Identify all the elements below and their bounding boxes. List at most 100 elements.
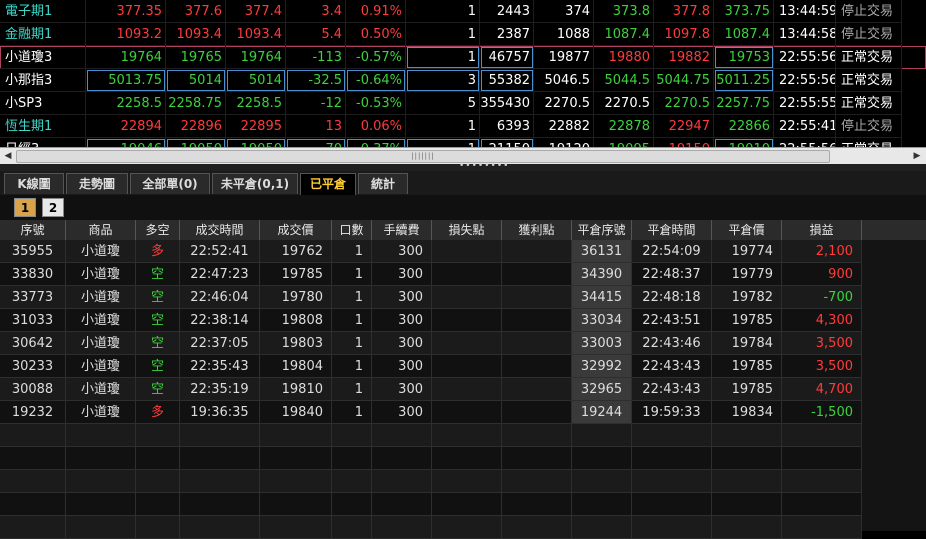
quote-row[interactable]: 小那指3 5013.75 5014 5014 -32.5 -0.64% 3 55382 5046…: [0, 69, 926, 92]
column-header-take[interactable]: 獲利點: [502, 220, 572, 240]
cell-time: [180, 493, 260, 516]
cell-fee: 300: [372, 355, 432, 378]
column-header-side[interactable]: 多空: [136, 220, 180, 240]
table-row[interactable]: [0, 493, 926, 516]
quote-chg: 3.4: [286, 0, 346, 23]
table-row[interactable]: 30233 小道瓊空 22:35:43 19804 1 300 32992 22:43:43 1…: [0, 355, 926, 378]
column-header-product[interactable]: 商品: [66, 220, 136, 240]
column-header-close_id[interactable]: 平倉序號: [572, 220, 632, 240]
cell-side: [136, 470, 180, 493]
cell-take: [502, 240, 572, 263]
cell-product: [66, 470, 136, 493]
column-header-price[interactable]: 成交價: [260, 220, 332, 240]
table-row[interactable]: 31033 小道瓊空 22:38:14 19808 1 300 33034 22:43:51 1…: [0, 309, 926, 332]
cell-close_time: [632, 493, 712, 516]
cell-time: 22:47:23: [180, 263, 260, 286]
quote-status: 正常交易: [836, 138, 902, 147]
cell-id: [0, 493, 66, 516]
quote-pct: 0.91%: [346, 0, 406, 23]
column-header-fee[interactable]: 手續費: [372, 220, 432, 240]
quote-open: 19095: [594, 138, 654, 147]
tab-closed-positions[interactable]: 已平倉: [300, 173, 356, 196]
cell-close_time: 22:43:43: [632, 355, 712, 378]
cell-close_price: 19774: [712, 240, 782, 263]
quote-ask: 1093.4: [166, 23, 226, 46]
cell-close_time: [632, 516, 712, 539]
cell-take: [502, 470, 572, 493]
cell-time: [180, 447, 260, 470]
column-header-time[interactable]: 成交時間: [180, 220, 260, 240]
quote-pct: -0.64%: [346, 69, 406, 92]
table-row[interactable]: 30088 小道瓊空 22:35:19 19810 1 300 32965 22:43:43 1…: [0, 378, 926, 401]
column-header-close_time[interactable]: 平倉時間: [632, 220, 712, 240]
table-row[interactable]: [0, 516, 926, 539]
cell-qty: 1: [332, 263, 372, 286]
table-row[interactable]: [0, 470, 926, 493]
table-row[interactable]: 30642 小道瓊空 22:37:05 19803 1 300 33003 22:43:46 1…: [0, 332, 926, 355]
quote-row[interactable]: 電子期1 377.35 377.6 377.4 3.4 0.91% 1 2443 374 373.…: [0, 0, 926, 23]
quote-row[interactable]: 日經3190461905019050-70-0.37%1211501912019…: [0, 138, 926, 147]
page-button-1[interactable]: 1: [14, 198, 36, 217]
column-header-pnl[interactable]: 損益: [782, 220, 862, 240]
tab-open-positions[interactable]: 未平倉(0,1): [212, 173, 298, 194]
cell-fee: 300: [372, 378, 432, 401]
cell-close_id: 32965: [572, 378, 632, 401]
quote-pct: -0.57%: [346, 46, 406, 69]
column-header-id[interactable]: 序號: [0, 220, 66, 240]
table-row[interactable]: [0, 447, 926, 470]
triangle-left-icon[interactable]: ◀: [1, 149, 15, 163]
cell-fee: 300: [372, 263, 432, 286]
quote-chg: -32.5: [286, 69, 346, 92]
cell-pnl: [782, 516, 862, 539]
panel-splitter[interactable]: ••••••••: [0, 161, 926, 171]
cell-stop: [432, 401, 502, 424]
table-row[interactable]: 35955 小道瓊多 22:52:41 19762 1 300 36131 22:54:09 1…: [0, 240, 926, 263]
tab-kline[interactable]: K線圖: [4, 173, 64, 194]
scroll-thumb[interactable]: |||||||: [16, 150, 830, 163]
cell-time: 22:46:04: [180, 286, 260, 309]
cell-qty: [332, 493, 372, 516]
page-button-2[interactable]: 2: [42, 198, 64, 217]
cell-close_price: 19785: [712, 378, 782, 401]
cell-qty: 1: [332, 378, 372, 401]
tab-statistics[interactable]: 統計: [358, 173, 408, 194]
cell-close_price: 19782: [712, 286, 782, 309]
cell-qty: 1: [332, 286, 372, 309]
cell-pnl: 4,700: [782, 378, 862, 401]
tab-trend[interactable]: 走勢圖: [66, 173, 128, 194]
quote-row[interactable]: 金融期1 1093.2 1093.4 1093.4 5.4 0.50% 1 2387 1088 1…: [0, 23, 926, 46]
column-header-qty[interactable]: 口數: [332, 220, 372, 240]
table-row[interactable]: 33773 小道瓊空 22:46:04 19780 1 300 34415 22:48:18 1…: [0, 286, 926, 309]
cell-take: [502, 424, 572, 447]
quote-row[interactable]: 小道瓊3 19764 19765 19764 -113 -0.57% 1 46757 19877…: [0, 46, 926, 69]
cell-close_id: 33034: [572, 309, 632, 332]
cell-pnl: -1,500: [782, 401, 862, 424]
cell-price: [260, 493, 332, 516]
cell-price: 19785: [260, 263, 332, 286]
quote-row[interactable]: 恆生期1 22894 22896 22895 13 0.06% 1 6393 22882 2287…: [0, 115, 926, 138]
table-row[interactable]: 19232 小道瓊多 19:36:35 19840 1 300 19244 19:59:33 1…: [0, 401, 926, 424]
column-header-stop[interactable]: 損失點: [432, 220, 502, 240]
cell-take: [502, 309, 572, 332]
quote-row[interactable]: 小SP3 2258.5 2258.75 2258.5 -12 -0.53% 5 355430 2…: [0, 92, 926, 115]
column-header-close_price[interactable]: 平倉價: [712, 220, 782, 240]
quote-bid: 377.35: [86, 0, 166, 23]
tab-all-orders[interactable]: 全部單(0): [130, 173, 210, 194]
quote-last: 5014: [226, 69, 286, 92]
quote-status: 正常交易: [836, 92, 902, 115]
quote-ask: 377.6: [166, 0, 226, 23]
cell-qty: [332, 424, 372, 447]
table-row[interactable]: [0, 424, 926, 447]
cell-close_time: 22:48:37: [632, 263, 712, 286]
quote-open: 1087.4: [594, 23, 654, 46]
cell-close_price: [712, 516, 782, 539]
triangle-right-icon[interactable]: ▶: [910, 149, 924, 163]
table-row[interactable]: 33830 小道瓊空 22:47:23 19785 1 300 34390 22:48:37 1…: [0, 263, 926, 286]
cell-id: 30233: [0, 355, 66, 378]
quote-chg: -113: [286, 46, 346, 69]
cell-close_price: [712, 493, 782, 516]
quote-ref: 5046.5: [534, 69, 594, 92]
cell-stop: [432, 378, 502, 401]
quote-pct: -0.37%: [346, 138, 406, 147]
cell-product: [66, 493, 136, 516]
